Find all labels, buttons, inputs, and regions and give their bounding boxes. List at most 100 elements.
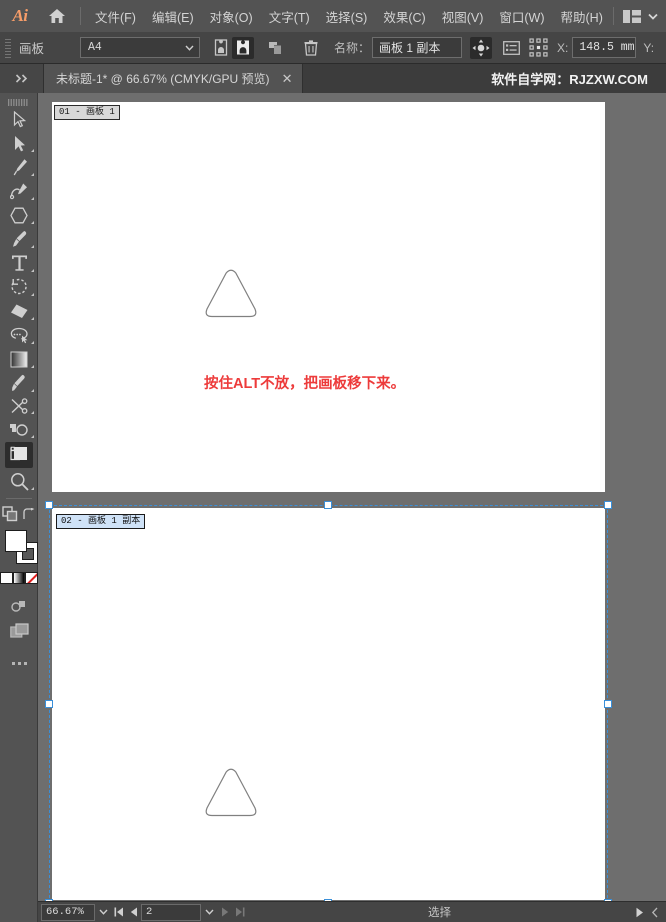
artboard-dropdown-chevron-down-icon[interactable] [201,904,217,921]
artboard-2[interactable]: 02 - 画板 1 副本 [52,508,605,900]
eraser-icon [6,300,32,322]
control-bar-grip[interactable] [3,36,13,59]
move-copy-artboard-button[interactable] [470,36,493,59]
fill-swatch[interactable] [5,530,27,552]
tool-flyout-indicator [31,365,34,368]
artboard-options-button[interactable] [500,37,522,59]
selection-handle-top-center[interactable] [324,501,332,509]
annotation-text: 按住ALT不放，把画板移下来。 [204,376,406,392]
control-tool-label: 画板 [19,42,45,56]
portrait-orientation-button[interactable] [210,37,232,59]
panel-expand-button[interactable] [0,64,44,93]
artboard-tool[interactable] [0,441,38,469]
document-tab[interactable]: 未标题-1* @ 66.67% (CMYK/GPU 预览) ✕ [44,64,304,93]
menu-help[interactable]: 帮助(H) [553,2,611,31]
selection-tool[interactable] [0,107,38,131]
artboard-navigation: 2 [111,903,247,921]
menu-object[interactable]: 对象(O) [202,2,261,31]
screen-mode-button[interactable] [0,618,38,644]
color-mode-row [0,570,39,586]
menu-window[interactable]: 窗口(W) [491,2,552,31]
home-icon[interactable] [40,0,74,32]
prev-artboard-icon[interactable] [126,904,141,921]
selection-handle-top-right[interactable] [604,501,612,509]
chevron-down-icon[interactable] [648,13,658,20]
tool-flyout-indicator [31,173,34,176]
pen-nib-icon [6,156,32,178]
menu-effect[interactable]: 效果(C) [375,2,433,31]
document-canvas[interactable]: 01 - 画板 1 按住ALT不放，把画板移下来。 02 - 画板 1 副本 [38,93,666,901]
chevron-left-icon[interactable] [647,904,662,921]
menu-file[interactable]: 文件(F) [87,2,144,31]
artboard-name-input[interactable]: 画板 1 副本 [372,37,463,58]
drawing-mode-button[interactable] [0,594,38,618]
artboard-number-value: 2 [146,906,153,918]
menu-view[interactable]: 视图(V) [434,2,492,31]
artboard-name-value: 画板 1 副本 [379,41,441,55]
reference-point-selector[interactable] [527,37,549,59]
x-input[interactable]: 148.5 mm [572,37,637,58]
control-bar: 画板 A4 名称： 画板 1 副本 X: 148.5 mm Y: [0,32,666,64]
lasso-tool[interactable] [0,323,38,347]
artboard-number-input[interactable]: 2 [141,903,201,921]
tool-flyout-indicator [31,269,34,272]
shape-tool[interactable] [0,203,38,227]
delete-artboard-button[interactable] [300,37,322,59]
polygon-icon [6,204,32,226]
tool-flyout-indicator [31,341,34,344]
type-tool[interactable] [0,251,38,275]
selection-handle-top-left[interactable] [45,501,53,509]
gradient-tool[interactable] [0,347,38,371]
artboard-name-label: 名称： [334,41,371,55]
curvature-tool[interactable] [0,179,38,203]
scissors-tool[interactable] [0,395,38,417]
new-artboard-button[interactable] [264,37,286,59]
edit-toolbar-dots-icon[interactable] [0,652,38,674]
arrange-objects-icon[interactable] [2,506,18,522]
artboard-1-label[interactable]: 01 - 画板 1 [54,105,120,120]
pen-tool[interactable] [0,155,38,179]
menu-edit[interactable]: 编辑(E) [144,2,202,31]
workspace-layout-icon[interactable] [623,9,641,23]
menu-type[interactable]: 文字(T) [261,2,318,31]
artboard-preset-select[interactable]: A4 [80,37,201,58]
last-artboard-icon[interactable] [232,904,247,921]
y-label: Y: [643,40,655,55]
play-triangle-icon[interactable] [632,904,647,921]
workspace-switcher[interactable] [613,0,658,32]
artboard-preset-value: A4 [88,41,102,54]
gradient-icon[interactable] [12,572,26,584]
lasso-icon [6,324,32,346]
artboard-2-label[interactable]: 02 - 画板 1 副本 [56,514,146,529]
shape-builder-tool[interactable] [0,417,38,441]
direct-selection-tool[interactable] [0,131,38,155]
selection-handle-middle-right[interactable] [604,700,612,708]
magnifier-icon [6,470,32,492]
none-color-icon[interactable] [25,572,39,584]
document-tab-bar: 未标题-1* @ 66.67% (CMYK/GPU 预览) ✕ 软件自学网：RJ… [0,64,666,93]
next-artboard-icon[interactable] [217,904,232,921]
zoom-level-input[interactable]: 66.67% [41,903,95,921]
first-artboard-icon[interactable] [111,904,126,921]
artboard-1[interactable]: 01 - 画板 1 按住ALT不放，把画板移下来。 [52,102,605,492]
gradient-square-icon [6,348,32,370]
close-icon[interactable]: ✕ [282,72,293,85]
zoom-dropdown-chevron-down-icon[interactable] [95,904,111,921]
solid-color-icon[interactable] [0,572,13,584]
illustrator-window: Ai 文件(F) 编辑(E) 对象(O) 文字(T) 选择(S) 效果(C) 视… [0,0,666,922]
paintbrush-tool[interactable] [0,227,38,251]
fill-stroke-swatches[interactable] [0,528,38,568]
zoom-tool[interactable] [0,469,38,493]
toolbar-grip[interactable] [0,97,37,107]
rotate-tool[interactable] [0,275,38,299]
rounded-triangle-shape-1[interactable] [203,267,259,321]
eraser-tool[interactable] [0,299,38,323]
eyedropper-tool[interactable] [0,371,38,395]
rounded-triangle-shape-2[interactable] [203,766,259,820]
menu-select[interactable]: 选择(S) [318,2,376,31]
swap-fill-stroke-icon[interactable] [22,507,35,521]
selection-handle-middle-left[interactable] [45,700,53,708]
drawing-mode-icon [6,595,32,617]
landscape-orientation-button[interactable] [232,36,255,59]
menu-divider [80,7,81,25]
